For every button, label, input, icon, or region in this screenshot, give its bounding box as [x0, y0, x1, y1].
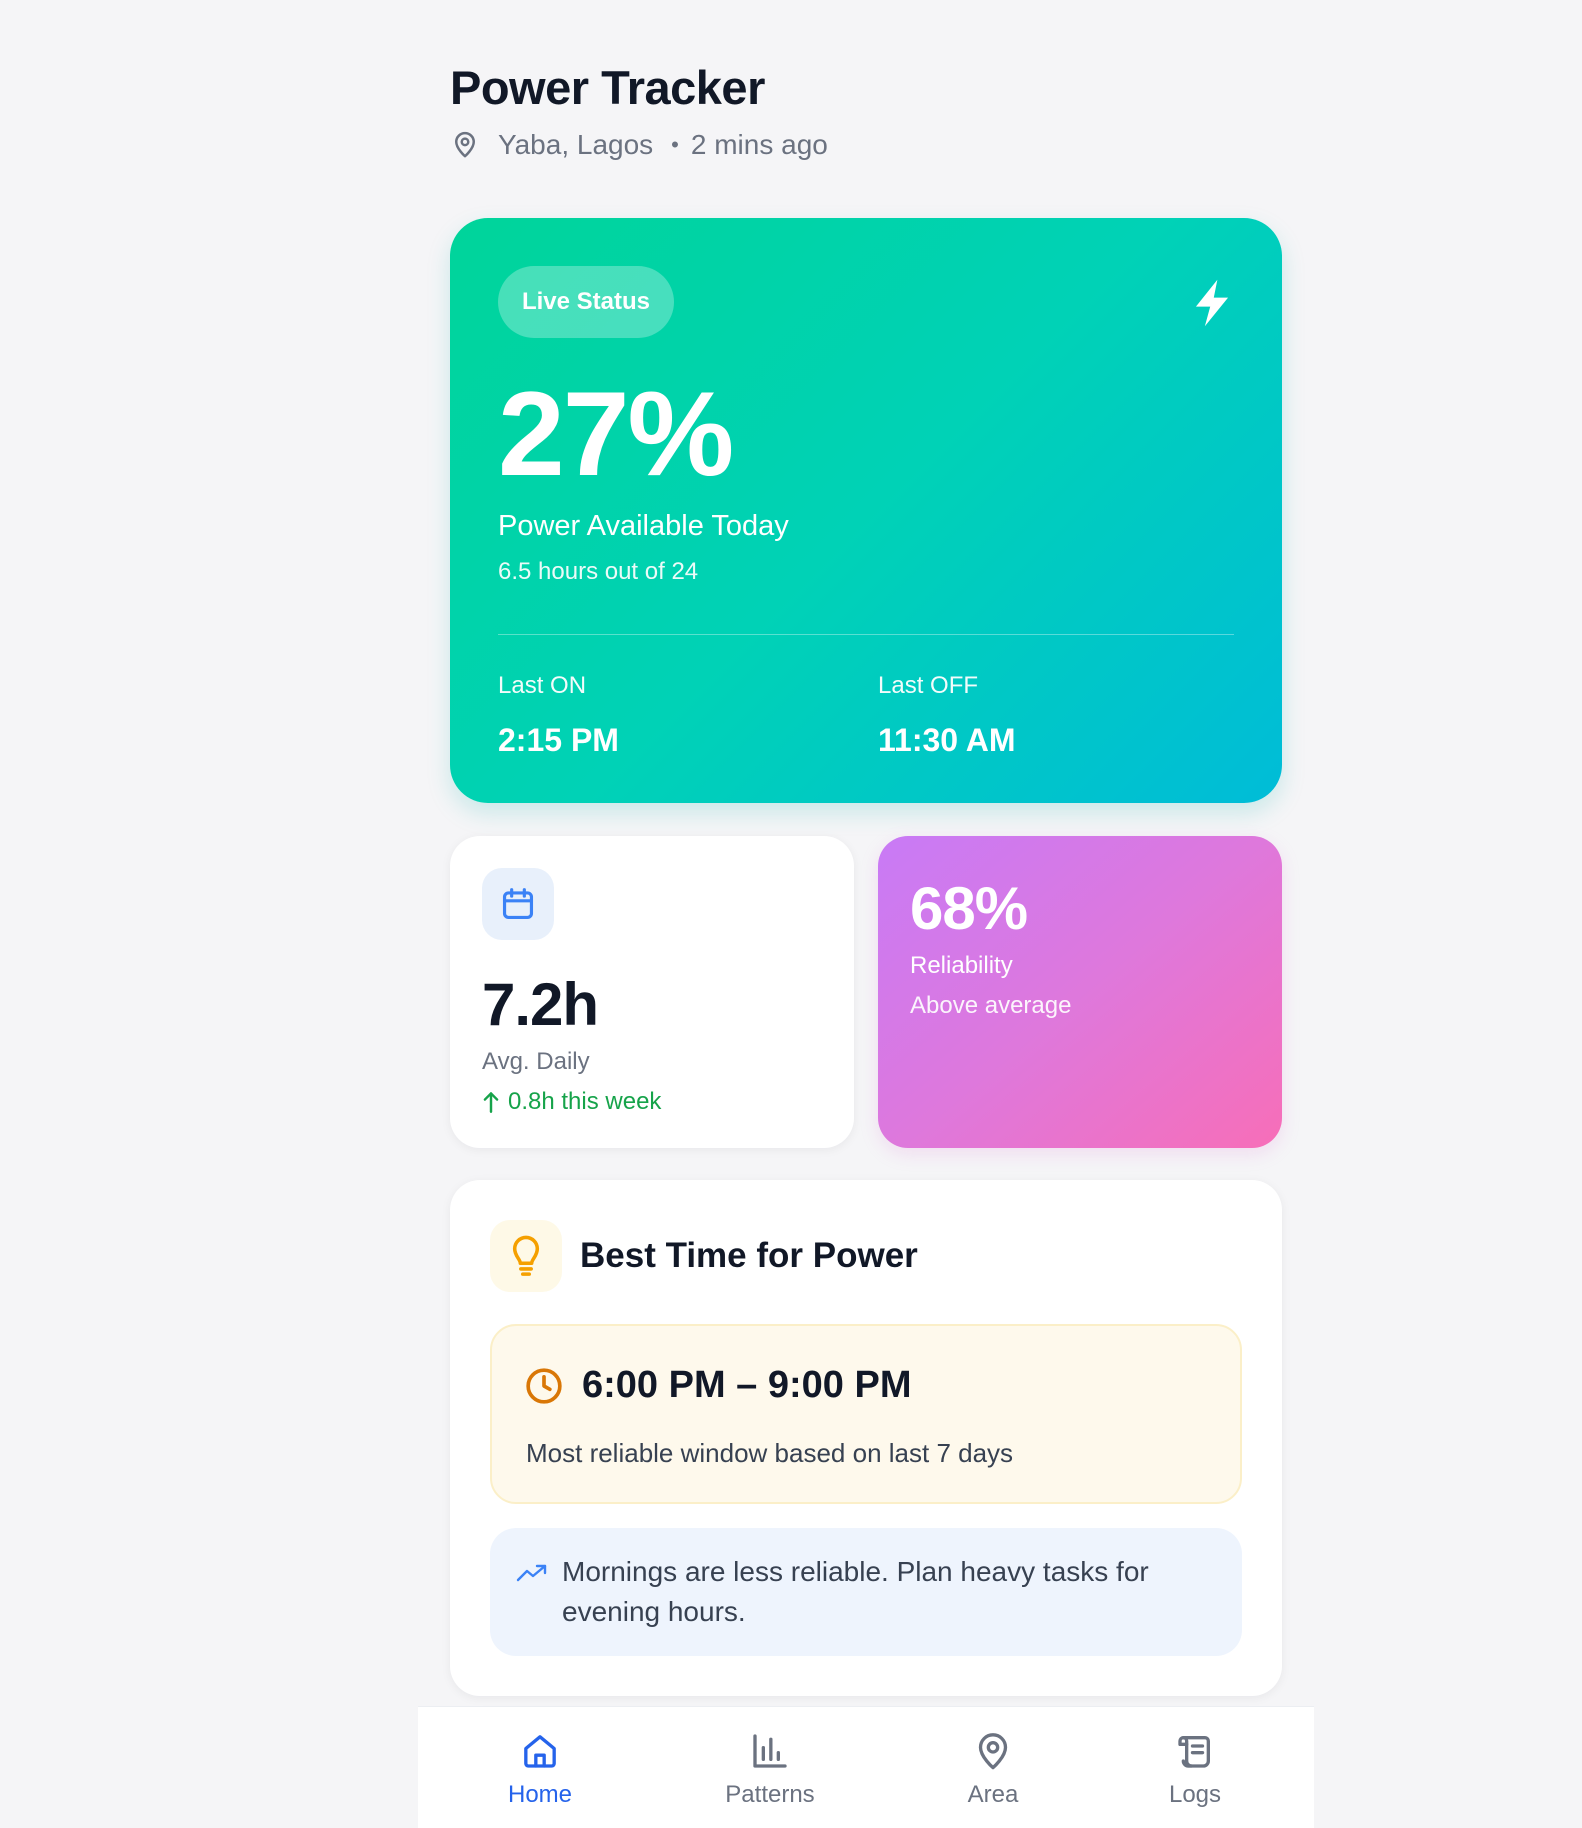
nav-item-home[interactable]: Home: [470, 1731, 610, 1809]
clock-icon: [526, 1367, 562, 1404]
map-pin-icon: [455, 131, 475, 158]
lightbulb-icon: [512, 1235, 540, 1276]
best-time-card: Best Time for Power 6:00 PM – 9:00 PM Mo…: [450, 1180, 1282, 1696]
hero-divider: [498, 634, 1234, 635]
best-time-title: Best Time for Power: [580, 1236, 918, 1275]
last-off-label: Last OFF: [878, 672, 979, 699]
page-header: Power Tracker Yaba, Lagos • 2 mins ago: [450, 60, 828, 161]
last-on-label: Last ON: [498, 672, 587, 699]
lightning-bolt-icon: [1195, 279, 1229, 327]
nav-label-area: Area: [967, 1781, 1019, 1808]
last-off-block: Last OFF 11:30 AM: [878, 672, 1016, 759]
home-icon: [524, 1735, 556, 1768]
scroll-icon: [1178, 1736, 1210, 1768]
live-status-badge: Live Status: [498, 266, 674, 338]
power-percent: 27%: [498, 367, 734, 501]
power-hours-sublabel: 6.5 hours out of 24: [498, 558, 699, 585]
reliability-value: 68%: [910, 875, 1028, 942]
reliability-card[interactable]: 68% Reliability Above average: [878, 836, 1282, 1148]
nav-item-logs[interactable]: Logs: [1125, 1731, 1265, 1809]
location-meta: Yaba, Lagos • 2 mins ago: [450, 129, 828, 161]
calendar-icon-box: [482, 868, 554, 940]
live-status-card[interactable]: Live Status 27% Power Available Today 6.…: [450, 218, 1282, 803]
bottom-nav: Home Patterns Area Logs: [418, 1706, 1314, 1828]
updated-time: 2 mins ago: [690, 129, 828, 160]
nav-label-home: Home: [507, 1781, 573, 1808]
nav-label-patterns: Patterns: [725, 1781, 815, 1808]
avg-daily-trend-text: 0.8h this week: [508, 1088, 662, 1115]
avg-daily-label: Avg. Daily: [482, 1048, 590, 1075]
avg-daily-value: 7.2h: [482, 971, 599, 1038]
meta-separator: •: [671, 132, 679, 157]
map-pin-icon: [978, 1733, 1008, 1770]
nav-item-patterns[interactable]: Patterns: [700, 1731, 840, 1809]
avg-daily-card[interactable]: 7.2h Avg. Daily 0.8h this week: [450, 836, 854, 1148]
bar-chart-icon: [753, 1734, 787, 1768]
best-window-time: 6:00 PM – 9:00 PM: [582, 1364, 912, 1406]
power-tracker-screen: Power Tracker Yaba, Lagos • 2 mins ago L…: [0, 0, 1582, 1828]
best-window-row: 6:00 PM – 9:00 PM: [524, 1364, 911, 1407]
reliability-label: Reliability: [910, 952, 1013, 979]
calendar-icon: [502, 888, 534, 920]
arrow-up-icon: [483, 1092, 499, 1113]
page-title: Power Tracker: [450, 61, 765, 114]
lightbulb-icon-box: [490, 1220, 562, 1292]
last-off-value: 11:30 AM: [878, 722, 1016, 758]
location-text: Yaba, Lagos: [498, 129, 654, 160]
reliability-sublabel: Above average: [910, 992, 1072, 1019]
trending-up-icon: [516, 1564, 547, 1582]
best-window-note: Most reliable window based on last 7 day…: [526, 1438, 1014, 1468]
power-available-label: Power Available Today: [498, 510, 789, 542]
best-window-panel: 6:00 PM – 9:00 PM Most reliable window b…: [490, 1324, 1242, 1504]
nav-item-area[interactable]: Area: [923, 1731, 1063, 1809]
last-on-block: Last ON 2:15 PM: [498, 672, 619, 759]
last-on-value: 2:15 PM: [498, 722, 619, 758]
nav-label-logs: Logs: [1168, 1781, 1222, 1808]
avg-daily-trend: 0.8h this week: [482, 1088, 661, 1116]
reliability-tip: Mornings are less reliable. Plan heavy t…: [490, 1528, 1242, 1656]
reliability-tip-text: Mornings are less reliable. Plan heavy t…: [562, 1556, 1149, 1627]
